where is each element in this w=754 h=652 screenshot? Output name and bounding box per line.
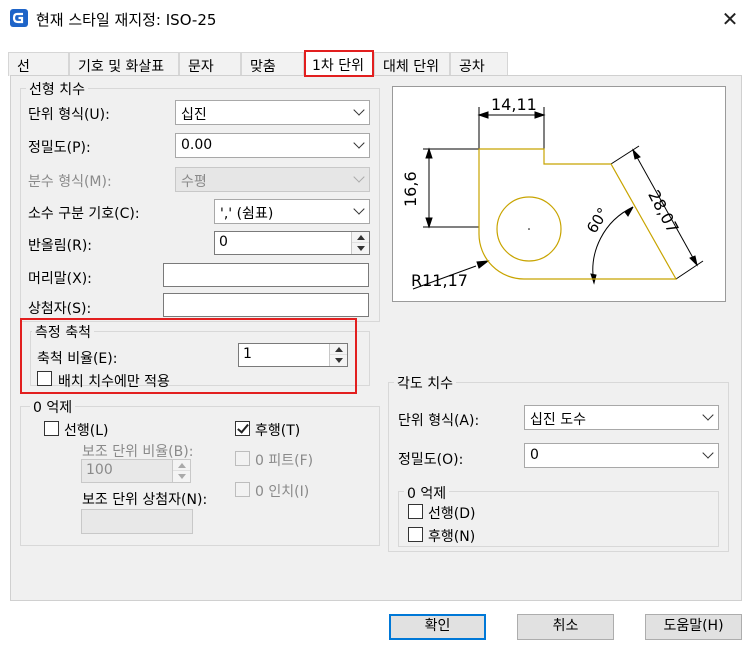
sub-unit-factor-value: 100 <box>86 462 113 478</box>
angular-leading-zero-label: 선행(D) <box>428 506 476 522</box>
chevron-down-icon <box>353 203 365 215</box>
tab-primary-units[interactable]: 1차 단위 <box>304 50 374 77</box>
fraction-format-label: 분수 형식(M): <box>28 174 112 190</box>
zero-feet-label: 0 피트(F) <box>255 453 314 469</box>
help-button[interactable]: 도움말(H) <box>645 614 742 640</box>
spin-down-button[interactable] <box>352 243 369 254</box>
arrow-down-icon <box>357 246 365 251</box>
spin-down-button <box>173 471 190 482</box>
dimension-preview-drawing <box>412 107 704 290</box>
chevron-down-icon <box>702 409 714 421</box>
precision-select[interactable]: 0.00 <box>175 133 370 158</box>
window-title: 현재 스타일 재지정: ISO-25 <box>36 11 217 29</box>
app-logo-icon <box>10 9 28 27</box>
trailing-zero-label: 후행(T) <box>255 423 301 439</box>
precision-label: 정밀도(P): <box>28 140 91 156</box>
tab-text[interactable]: 문자 <box>179 52 241 76</box>
fraction-format-value: 수평 <box>181 174 207 190</box>
spin-up-button[interactable] <box>352 232 369 243</box>
round-off-input[interactable]: 0 <box>214 231 370 255</box>
sub-unit-suffix-label: 보조 단위 상첨자(N): <box>82 492 208 508</box>
zero-inches-label: 0 인치(I) <box>255 484 310 500</box>
angular-trailing-zero-label: 후행(N) <box>428 529 476 545</box>
angular-trailing-zero-checkbox[interactable] <box>408 527 423 542</box>
angular-unit-format-value: 십진 도수 <box>530 412 586 428</box>
prefix-label: 머리말(X): <box>28 271 92 287</box>
suffix-label: 상첨자(S): <box>28 301 92 317</box>
chevron-down-icon <box>353 137 365 149</box>
angular-unit-format-select[interactable]: 십진 도수 <box>524 405 719 430</box>
sub-unit-factor-input: 100 <box>81 459 191 483</box>
arrow-up-icon <box>178 463 186 468</box>
round-off-value: 0 <box>219 234 228 250</box>
zero-suppression-label: 0 억제 <box>30 397 76 417</box>
angular-precision-select[interactable]: 0 <box>524 443 719 468</box>
angular-leading-zero-checkbox[interactable] <box>408 504 423 519</box>
tab-strip: 선 기호 및 화살표 문자 맞춤 1차 단위 대체 단위 공차 <box>8 50 744 77</box>
decimal-separator-label: 소수 구분 기호(C): <box>28 206 140 222</box>
precision-value: 0.00 <box>181 137 213 153</box>
chevron-down-icon <box>353 104 365 116</box>
angular-group-label: 각도 치수 <box>394 373 456 393</box>
preview-pane: 14,11 16,6 28,07 60° R11,17 <box>392 86 726 302</box>
zero-feet-checkbox <box>235 451 250 466</box>
tab-fit[interactable]: 맞춤 <box>241 52 304 76</box>
trailing-zero-checkbox[interactable] <box>235 421 250 436</box>
prefix-input[interactable] <box>163 263 369 287</box>
chevron-down-icon <box>353 171 365 183</box>
angular-unit-format-label: 단위 형식(A): <box>398 413 480 429</box>
unit-format-value: 십진 <box>181 107 207 123</box>
linear-group-label: 선형 치수 <box>26 79 88 99</box>
title-bar: 현재 스타일 재지정: ISO-25 ✕ <box>0 0 754 38</box>
round-off-spinner[interactable] <box>351 232 369 254</box>
tab-alternate-units[interactable]: 대체 단위 <box>374 52 450 76</box>
tab-lines[interactable]: 선 <box>8 52 69 76</box>
leading-zero-label: 선행(L) <box>64 423 109 439</box>
unit-format-select[interactable]: 십진 <box>175 100 370 125</box>
preview-dim-top: 14,11 <box>491 95 537 114</box>
cancel-button[interactable]: 취소 <box>517 614 614 640</box>
leading-zero-checkbox[interactable] <box>44 421 59 436</box>
arrow-up-icon <box>357 235 365 240</box>
decimal-separator-value: ',' (쉼표) <box>220 206 274 222</box>
tab-tolerances[interactable]: 공차 <box>450 52 508 76</box>
ok-button[interactable]: 확인 <box>389 614 486 640</box>
spin-up-button <box>173 460 190 471</box>
zero-inches-checkbox <box>235 482 250 497</box>
decimal-separator-select[interactable]: ',' (쉼표) <box>214 199 370 224</box>
angular-precision-label: 정밀도(O): <box>398 452 464 468</box>
center-mark <box>528 228 530 230</box>
arrow-down-icon <box>178 474 186 479</box>
preview-dim-left: 16,6 <box>401 171 420 207</box>
round-off-label: 반올림(R): <box>28 238 93 254</box>
preview-dim-radius: R11,17 <box>411 271 468 290</box>
close-icon[interactable]: ✕ <box>718 7 742 31</box>
unit-format-label: 단위 형식(U): <box>28 107 110 123</box>
sub-unit-suffix-input <box>81 509 193 534</box>
sub-unit-factor-label: 보조 단위 비율(B): <box>82 444 194 460</box>
angular-precision-value: 0 <box>530 447 539 463</box>
fraction-format-select: 수평 <box>175 167 370 192</box>
sub-unit-factor-spinner <box>172 460 190 482</box>
tab-symbols-arrows[interactable]: 기호 및 화살표 <box>69 52 179 76</box>
suffix-input[interactable] <box>163 293 369 317</box>
angular-zero-suppression-label: 0 억제 <box>404 483 450 503</box>
scale-highlight-box <box>20 318 357 394</box>
chevron-down-icon <box>702 447 714 459</box>
